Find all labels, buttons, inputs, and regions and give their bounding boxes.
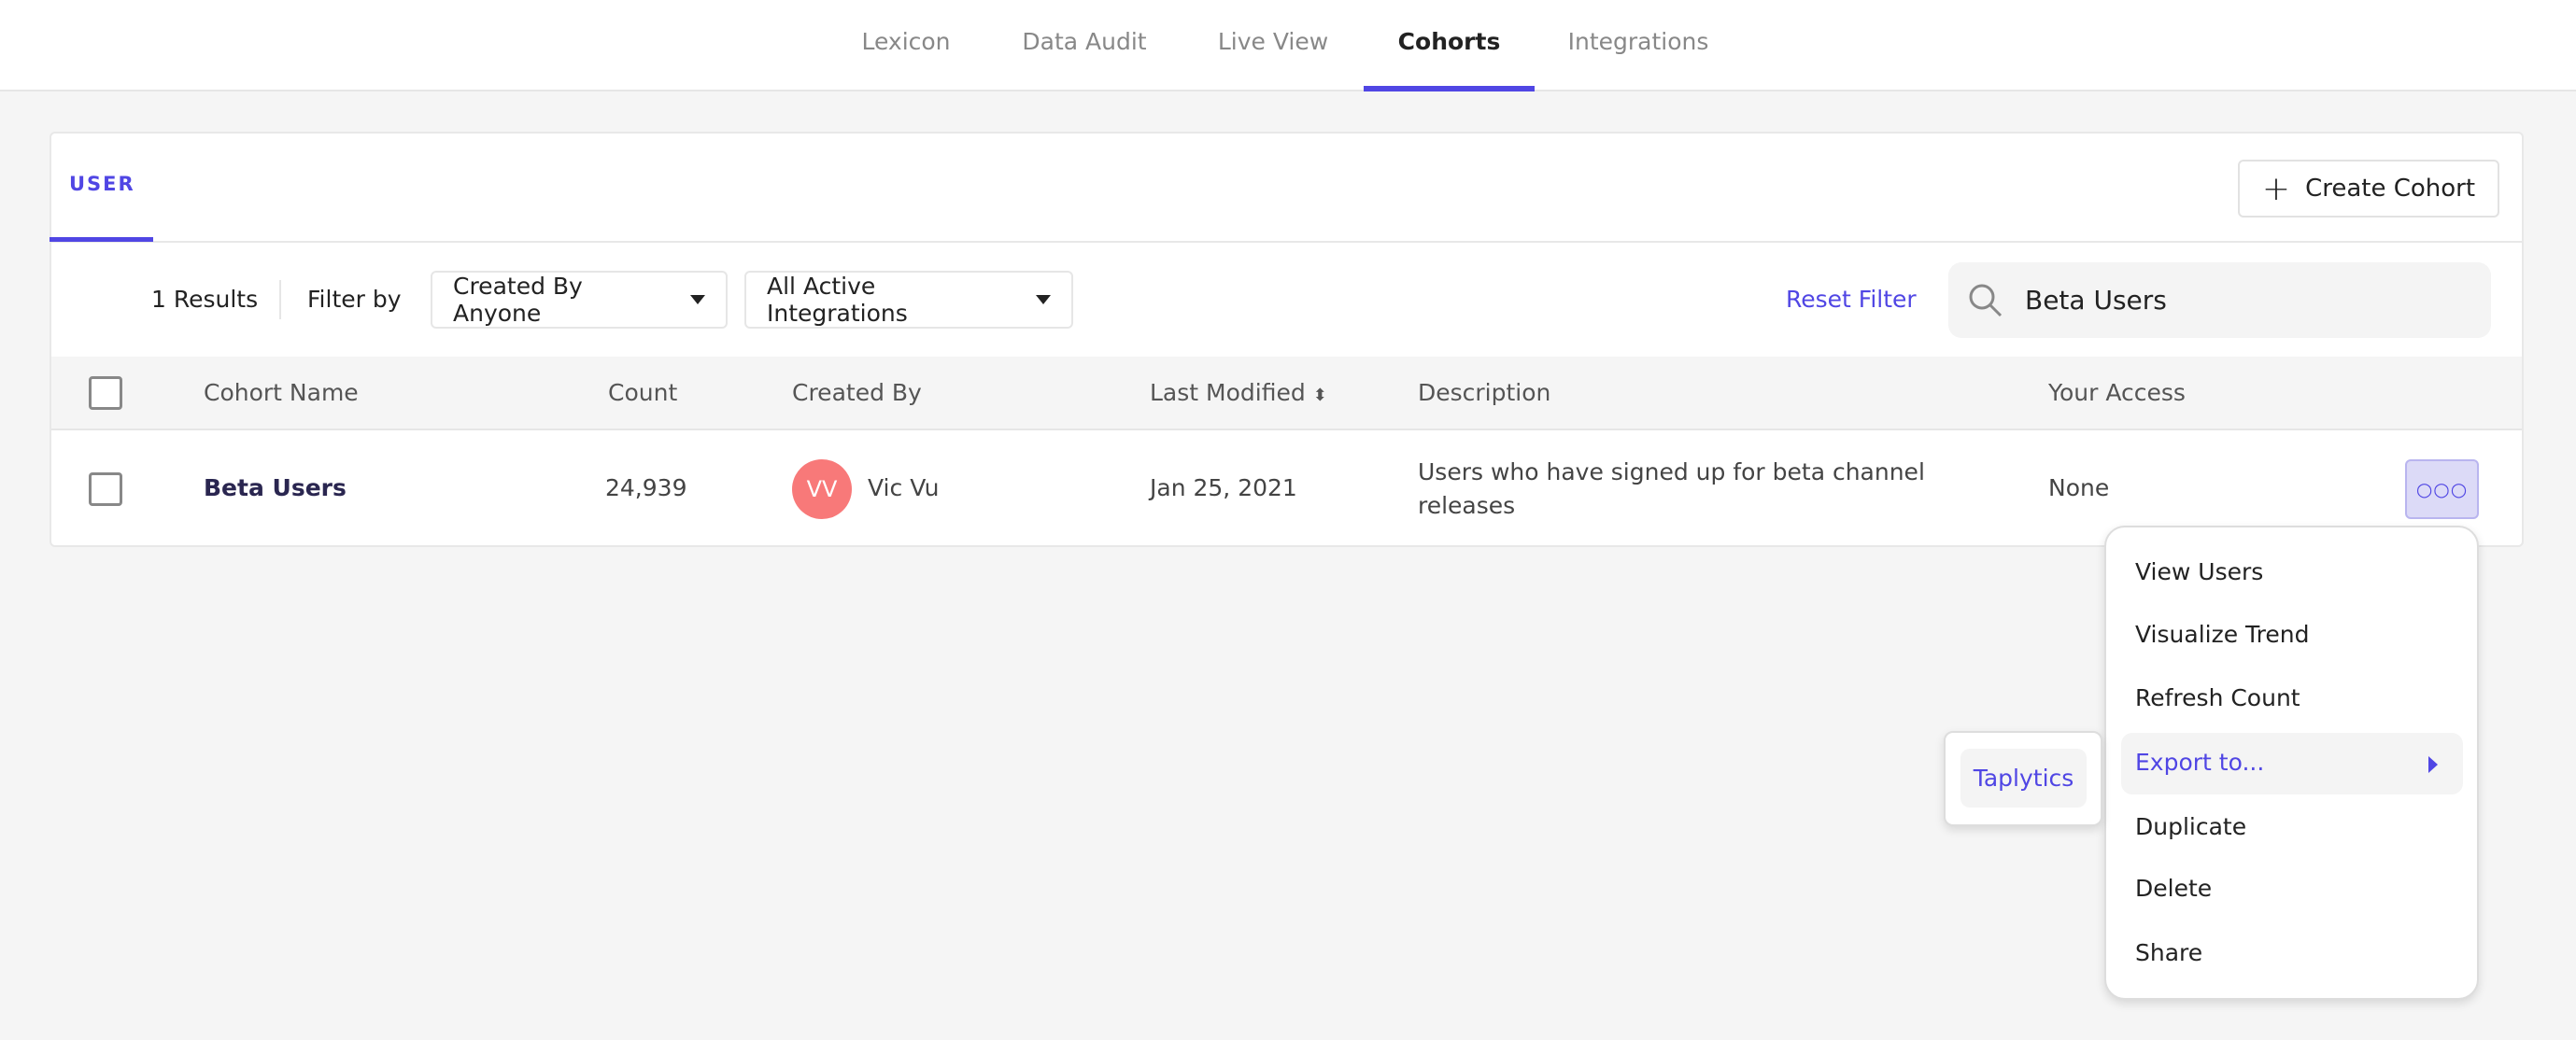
menu-item-export-to[interactable]: Export to...: [2135, 749, 2264, 776]
search-input[interactable]: Beta Users: [1948, 262, 2491, 338]
plus-icon: +: [2261, 169, 2291, 208]
tab-cohorts[interactable]: Cohorts: [1364, 0, 1535, 91]
access-cell: None: [2048, 474, 2110, 501]
created-by-value: Created By Anyone: [453, 273, 583, 327]
search-icon: [1969, 284, 2003, 316]
column-last-modified-label: Last Modified: [1150, 379, 1306, 406]
caret-down-icon: [690, 295, 705, 304]
search-value: Beta Users: [2025, 285, 2167, 316]
more-options-button[interactable]: ○○○: [2405, 459, 2479, 519]
tab-integrations[interactable]: Integrations: [1560, 0, 1717, 91]
row-checkbox[interactable]: [89, 472, 122, 506]
column-last-modified[interactable]: Last Modified ⬍: [1150, 379, 1327, 406]
description-cell: Users who have signed up for beta channe…: [1418, 458, 1925, 519]
create-cohort-label: Create Cohort: [2305, 175, 2476, 203]
caret-down-icon: [1036, 295, 1051, 304]
tab-data-audit[interactable]: Data Audit: [1018, 0, 1151, 91]
column-your-access: Your Access: [2048, 379, 2186, 406]
column-created-by[interactable]: Created By: [792, 379, 922, 406]
create-cohort-button[interactable]: + Create Cohort: [2238, 160, 2499, 218]
menu-item-delete[interactable]: Delete: [2135, 875, 2212, 902]
menu-item-visualize-trend[interactable]: Visualize Trend: [2135, 621, 2309, 648]
menu-item-view-users[interactable]: View Users: [2135, 558, 2263, 585]
results-count: 1 Results: [151, 286, 259, 313]
top-nav: Lexicon Data Audit Live View Cohorts Int…: [0, 0, 2576, 91]
tab-live-view[interactable]: Live View: [1210, 0, 1336, 91]
divider: [50, 241, 2524, 243]
caret-right-icon: [2428, 756, 2438, 773]
last-modified-cell: Jan 25, 2021: [1150, 474, 1297, 501]
menu-item-share[interactable]: Share: [2135, 939, 2202, 966]
column-count[interactable]: Count: [608, 379, 677, 406]
submenu-item-taplytics[interactable]: Taplytics: [1960, 749, 2087, 808]
created-by-cell: Vic Vu: [868, 474, 940, 501]
integrations-value: All Active Integrations: [767, 273, 908, 327]
reset-filter-link[interactable]: Reset Filter: [1786, 286, 1917, 313]
sort-icon: ⬍: [1312, 386, 1327, 405]
avatar: VV: [792, 459, 852, 519]
tab-user[interactable]: USER: [69, 173, 135, 195]
select-all-checkbox[interactable]: [89, 376, 122, 410]
ellipsis-icon: ○○○: [2415, 478, 2469, 500]
integrations-dropdown[interactable]: All Active Integrations: [744, 271, 1073, 329]
count-cell: 24,939: [605, 474, 687, 501]
tab-lexicon[interactable]: Lexicon: [850, 0, 962, 91]
column-cohort-name[interactable]: Cohort Name: [204, 379, 359, 406]
menu-item-duplicate[interactable]: Duplicate: [2135, 813, 2246, 840]
created-by-dropdown[interactable]: Created By Anyone: [431, 271, 728, 329]
column-description: Description: [1418, 379, 1551, 406]
tab-user-underline: [50, 237, 153, 242]
divider: [279, 280, 281, 319]
filter-by-label: Filter by: [307, 286, 402, 313]
cohort-name-link[interactable]: Beta Users: [204, 474, 347, 501]
menu-item-refresh-count[interactable]: Refresh Count: [2135, 684, 2300, 711]
